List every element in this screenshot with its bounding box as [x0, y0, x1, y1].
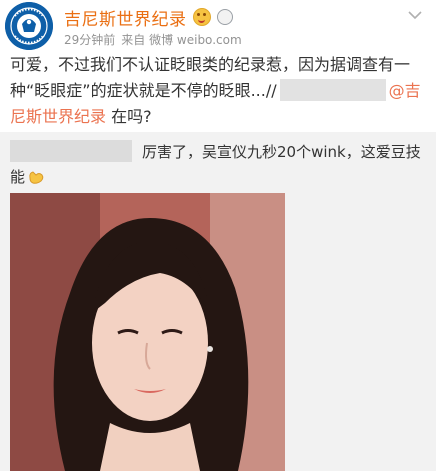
grinning-face-icon: [192, 8, 211, 26]
guinness-logo-icon: [5, 2, 53, 50]
clap-hands-icon: [29, 171, 44, 184]
repost-body: 厉害了，吴宣仪九秒20个wink，这爱豆技能: [10, 140, 430, 190]
portrait-photo: [10, 193, 285, 471]
post-photo[interactable]: [10, 193, 285, 471]
post-body: 可爱，不过我们不认证眨眼类的纪录惹，因为据调查有一种“眨眼症”的症状就是不停的眨…: [10, 52, 428, 130]
account-name[interactable]: 吉尼斯世界纪录: [64, 5, 187, 30]
post-source[interactable]: 来自 微博 weibo.com: [121, 31, 241, 48]
blurred-username: [279, 79, 386, 101]
level-badge-icon: [216, 9, 233, 25]
avatar[interactable]: [5, 2, 53, 50]
repost-card[interactable]: 厉害了，吴宣仪九秒20个wink，这爱豆技能: [0, 132, 436, 471]
post-header: 吉尼斯世界纪录 29分钟前 来自 微博 weibo.com: [0, 0, 436, 50]
post-text-tail: 在吗?: [106, 107, 152, 126]
post-time: 29分钟前: [64, 33, 116, 47]
blurred-repost-username: [10, 140, 132, 162]
chevron-down-icon[interactable]: [408, 10, 422, 20]
